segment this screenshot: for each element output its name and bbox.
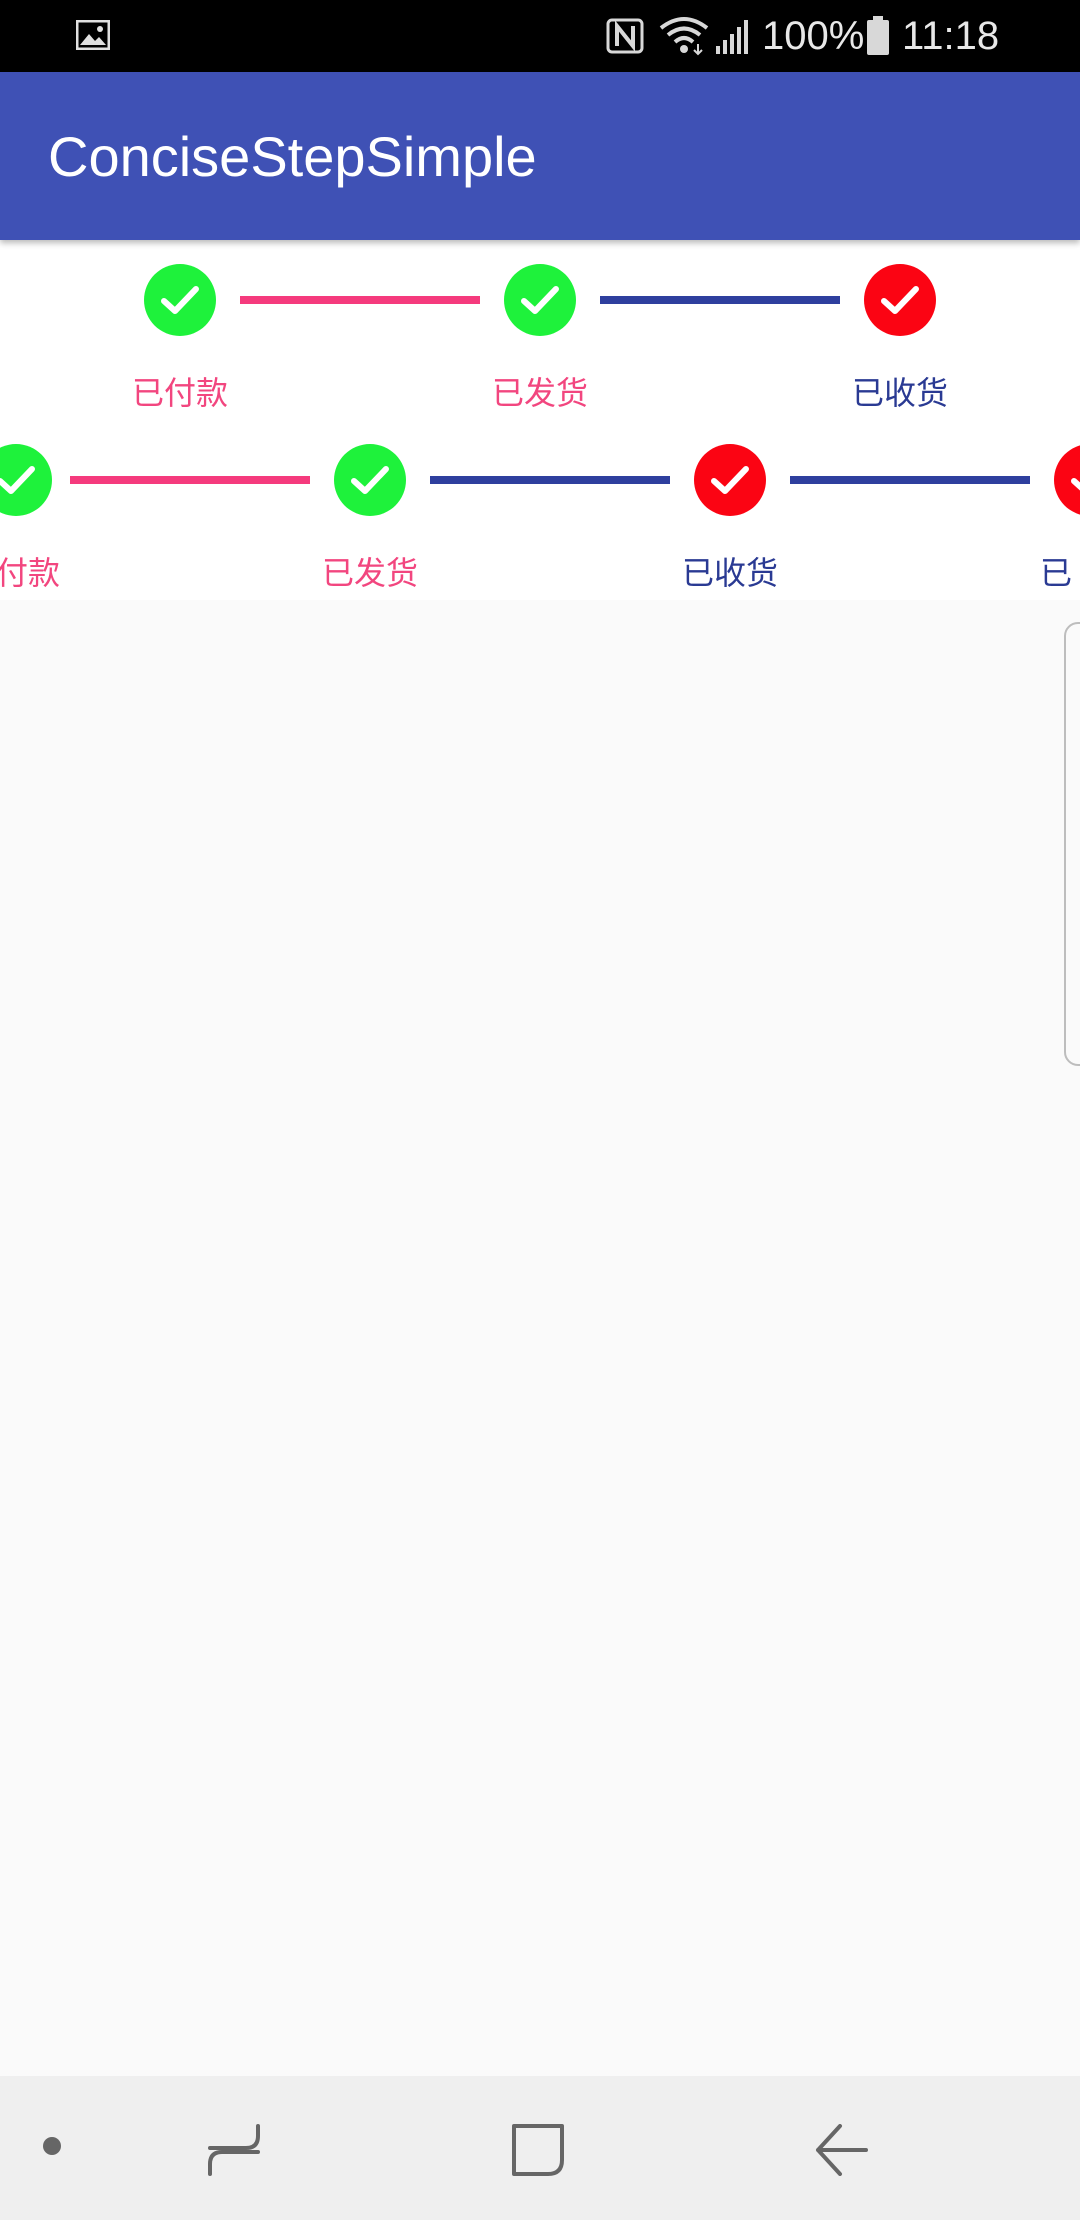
step-line-done: [70, 476, 310, 484]
step-node-next: [1054, 444, 1080, 516]
wifi-icon: [658, 16, 710, 60]
step-label-shipped: 已发货: [491, 374, 588, 412]
home-icon[interactable]: [510, 2122, 566, 2182]
recent-apps-icon[interactable]: [206, 2124, 262, 2180]
step-label-received: 已收货: [851, 374, 948, 412]
edge-panel-handle[interactable]: [1064, 622, 1080, 1066]
step-line-done: [240, 296, 480, 304]
step-node-paid: [0, 444, 52, 516]
battery-percentage: 100%: [762, 14, 865, 58]
dot-icon[interactable]: [42, 2136, 62, 2160]
step-node-shipped: [334, 444, 406, 516]
back-icon[interactable]: [814, 2124, 870, 2180]
app-title: ConciseStepSimple: [48, 125, 537, 188]
step-node-shipped: [504, 264, 576, 336]
status-bar: 100% 11:18: [0, 0, 1080, 72]
step-label-next: 已: [1040, 554, 1073, 592]
app-bar: ConciseStepSimple: [0, 72, 1080, 240]
step-label-paid: 已付款: [131, 374, 228, 412]
step-line-todo: [600, 296, 840, 304]
step-indicator-1: 已付款 已发货 已收货: [0, 240, 1080, 420]
step-label-received: 已收货: [681, 554, 778, 592]
step-line-todo: [430, 476, 670, 484]
step-label-shipped: 已发货: [321, 554, 418, 592]
clock: 11:18: [902, 14, 1000, 58]
step-label-paid: 付款: [0, 554, 60, 592]
battery-icon: [866, 16, 890, 60]
step-node-received: [864, 264, 936, 336]
image-icon: [75, 19, 111, 54]
navigation-bar: [0, 2076, 1080, 2220]
step-node-received: [694, 444, 766, 516]
step-line-todo: [790, 476, 1030, 484]
step-indicator-2[interactable]: 付款 已发货 已收货 已: [0, 420, 1080, 600]
step-node-paid: [144, 264, 216, 336]
nfc-icon: [606, 18, 644, 58]
signal-icon: [714, 18, 752, 60]
stepper-area: 已付款 已发货 已收货 付款 已发货 已收货 已: [0, 240, 1080, 600]
